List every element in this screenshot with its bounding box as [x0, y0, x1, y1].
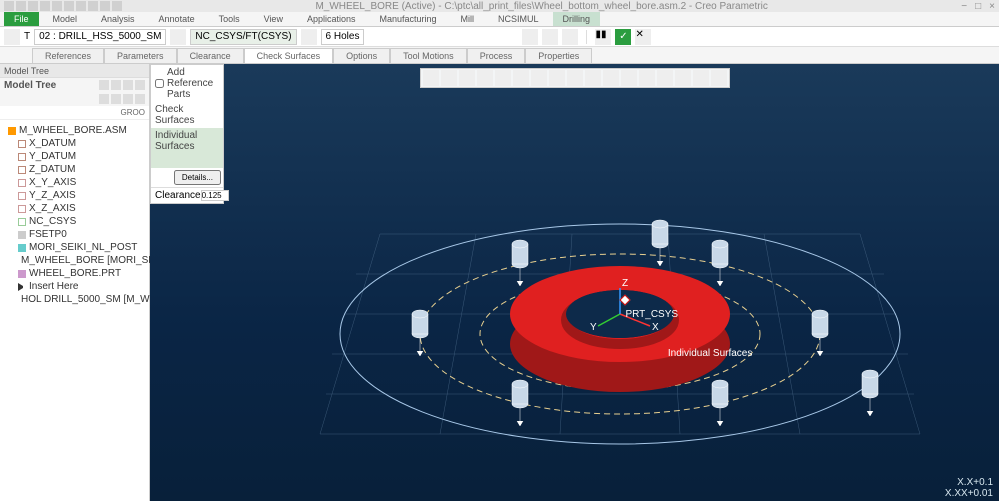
clearance-input[interactable] [201, 190, 229, 201]
tree-node[interactable]: HOL DRILL_5000_SM [M_WHEEL_BORE] [4, 293, 145, 306]
tree-node[interactable]: M_WHEEL_BORE [MORI_SEIKI_NL_POST] [4, 254, 145, 267]
status-readout: X.X+0.1X.XX+0.01 [945, 477, 993, 499]
tree-node[interactable]: X_Y_AXIS [4, 176, 145, 189]
tool-strip: T 02 : DRILL_HSS_5000_SM NC_CSYS/FT(CSYS… [0, 27, 999, 47]
view-toolbar[interactable] [420, 68, 730, 88]
svg-text:Z: Z [622, 278, 628, 289]
check-surfaces-panel: Add Reference Parts Check Surfaces Indiv… [150, 64, 224, 204]
tree-node[interactable]: M_WHEEL_BORE.ASM [4, 124, 145, 137]
tab-check-surfaces[interactable]: Check Surfaces [244, 48, 334, 63]
close-icon: × [989, 1, 995, 12]
menu-file[interactable]: File [4, 12, 39, 26]
svg-text:X: X [652, 322, 659, 333]
tab-references[interactable]: References [32, 48, 104, 63]
individual-surfaces-row[interactable]: Individual Surfaces [151, 128, 223, 154]
menu-manufacturing[interactable]: Manufacturing [369, 12, 446, 26]
details-button[interactable]: Details... [174, 170, 221, 185]
menu-applications[interactable]: Applications [297, 12, 366, 26]
menu-view[interactable]: View [254, 12, 293, 26]
window-controls[interactable]: −□ × [961, 1, 995, 12]
tree-node[interactable]: MORI_SEIKI_NL_POST [4, 241, 145, 254]
cancel-button[interactable]: ✕ [635, 29, 651, 45]
menu-mill[interactable]: Mill [451, 12, 485, 26]
quick-access-toolbar[interactable] [4, 1, 122, 11]
tree-node[interactable]: Y_Z_AXIS [4, 189, 145, 202]
tree-node[interactable]: WHEEL_BORE.PRT [4, 267, 145, 280]
tab-properties[interactable]: Properties [525, 48, 592, 63]
tree-tools[interactable] [99, 80, 145, 90]
scene-svg: X Y Z [150, 64, 999, 501]
check-surfaces-row: Check Surfaces [151, 102, 223, 128]
seq-label: T [24, 31, 30, 42]
panel-title: Model Tree [4, 80, 56, 91]
tree-node[interactable]: Insert Here [4, 280, 145, 293]
model-tree[interactable]: M_WHEEL_BORE.ASMX_DATUMY_DATUMZ_DATUMX_Y… [0, 120, 149, 310]
add-ref-checkbox[interactable] [155, 79, 164, 88]
confirm-button[interactable]: ✓ [615, 29, 631, 45]
menu-ncsimul[interactable]: NCSIMUL [488, 12, 549, 26]
opt1-icon[interactable] [522, 29, 538, 45]
filter-row: GROO [0, 106, 149, 120]
menu-drilling[interactable]: Drilling [553, 12, 601, 26]
tree-tools-2[interactable] [99, 94, 145, 104]
tab-tool-motions[interactable]: Tool Motions [390, 48, 467, 63]
tree-node[interactable]: NC_CSYS [4, 215, 145, 228]
tree-node[interactable]: X_DATUM [4, 137, 145, 150]
tab-parameters[interactable]: Parameters [104, 48, 177, 63]
ribbon-tabs: File ModelAnalysis Annotate Tools View Applic… [0, 12, 999, 27]
model-tree-panel: Model Tree Model Tree GROO M_WHEEL_BORE.… [0, 64, 150, 501]
opt3-icon[interactable] [562, 29, 578, 45]
tab-clearance[interactable]: Clearance [177, 48, 244, 63]
menu-annotate[interactable]: Annotate [149, 12, 205, 26]
clearance-label: Clearance [155, 190, 201, 201]
seq-icon[interactable] [4, 29, 20, 45]
menu-analysis[interactable]: Analysis [91, 12, 145, 26]
csys-field[interactable]: NC_CSYS/FT(CSYS) [190, 29, 296, 45]
csys-label: PRT_CSYS [625, 309, 678, 320]
dashboard-tabs: ReferencesParametersClearanceCheck Surfa… [0, 47, 999, 64]
menu-model[interactable]: Model [43, 12, 88, 26]
tool-dropdown[interactable]: 02 : DRILL_HSS_5000_SM [34, 29, 166, 45]
tree-node[interactable]: X_Z_AXIS [4, 202, 145, 215]
pause-icon[interactable]: ▮▮ [595, 29, 611, 45]
viewport[interactable]: Add Reference Parts Check Surfaces Indiv… [150, 64, 999, 501]
opt2-icon[interactable] [542, 29, 558, 45]
panel-tab[interactable]: Model Tree [0, 64, 149, 78]
tree-node[interactable]: FSETP0 [4, 228, 145, 241]
svg-text:Y: Y [590, 322, 597, 333]
tab-process[interactable]: Process [467, 48, 526, 63]
surfaces-label: Individual Surfaces [668, 348, 753, 359]
window-title: M_WHEEL_BORE (Active) - C:\ptc\all_print… [122, 1, 961, 12]
holes-dropdown[interactable]: 6 Holes [321, 29, 365, 45]
tree-node[interactable]: Y_DATUM [4, 150, 145, 163]
minimize-icon: − [961, 1, 967, 12]
csys-icon[interactable] [170, 29, 186, 45]
menu-tools[interactable]: Tools [209, 12, 250, 26]
tab-options[interactable]: Options [333, 48, 390, 63]
tree-node[interactable]: Z_DATUM [4, 163, 145, 176]
maximize-icon: □ [975, 1, 981, 12]
holes-icon[interactable] [301, 29, 317, 45]
